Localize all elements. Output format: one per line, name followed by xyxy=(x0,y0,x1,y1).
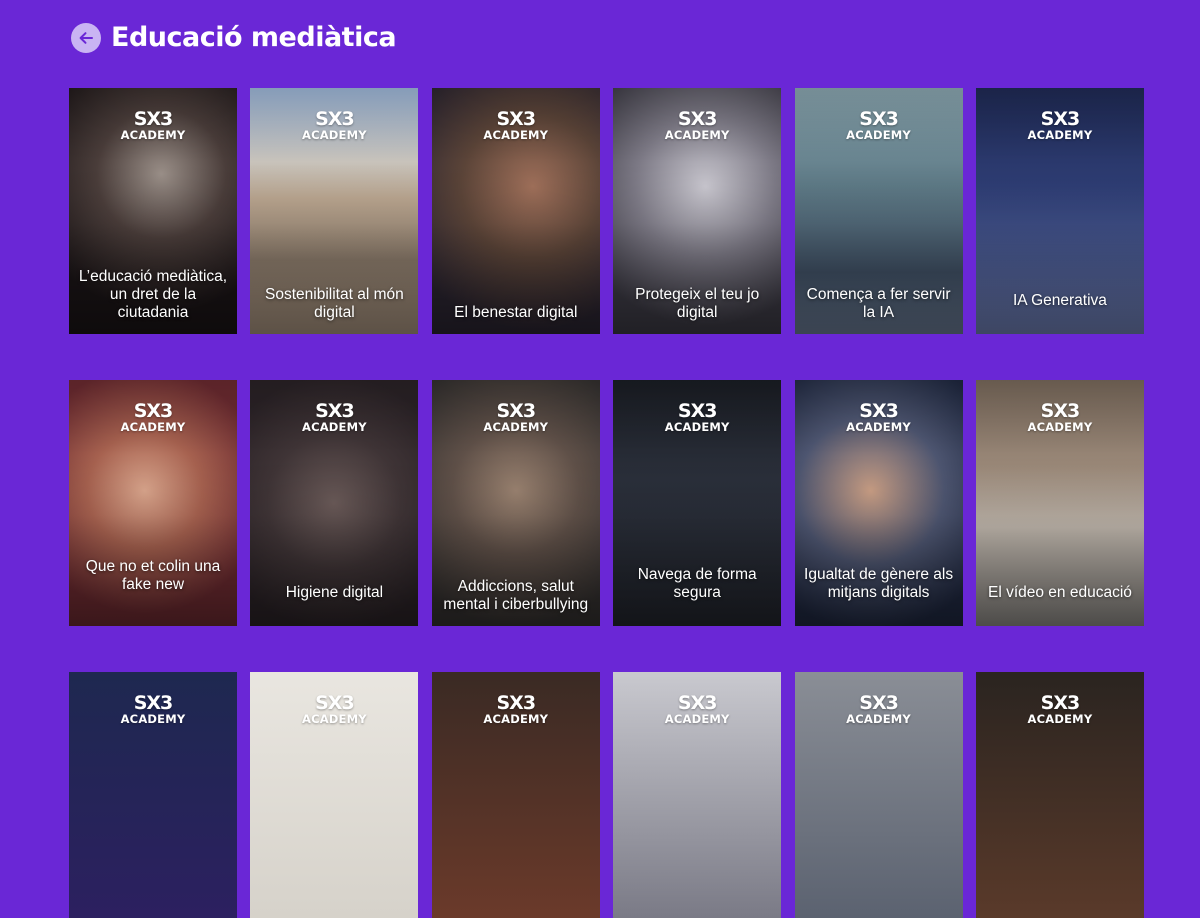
course-title: Higiene digital xyxy=(285,584,384,601)
course-title: L’educació mediàtica, un dret de la ciut… xyxy=(78,268,228,321)
course-card[interactable]: SX3 ACADEMY xyxy=(431,672,600,918)
course-card[interactable]: SX3 ACADEMY Navega de forma segura xyxy=(613,380,782,626)
course-card[interactable]: SX3 ACADEMY Protegeix el teu jo digital xyxy=(613,88,782,334)
course-title: IA Generativa xyxy=(1012,292,1107,309)
sx3-academy-logo: SX3 ACADEMY xyxy=(1027,400,1093,434)
course-title: Protegeix el teu jo digital xyxy=(635,286,760,321)
sx3-academy-logo: SX3 ACADEMY xyxy=(1027,692,1093,726)
course-card[interactable]: SX3 ACADEMY El benestar digital xyxy=(431,88,600,334)
course-card[interactable]: SX3 ACADEMY Comença a fer servir la IA xyxy=(794,88,963,334)
sx3-academy-logo: SX3 ACADEMY xyxy=(301,108,367,142)
course-card[interactable]: SX3 ACADEMY El vídeo en educació xyxy=(975,380,1144,626)
course-card[interactable]: SX3 ACADEMY xyxy=(975,672,1144,918)
course-card[interactable]: SX3 ACADEMY IA Generativa xyxy=(975,88,1144,334)
course-card[interactable]: SX3 ACADEMY xyxy=(250,672,419,918)
sx3-academy-logo: SX3 ACADEMY xyxy=(120,692,186,726)
sx3-academy-logo: SX3 ACADEMY xyxy=(846,108,911,142)
sx3-academy-logo: SX3 ACADEMY xyxy=(301,692,367,726)
sx3-academy-logo: SX3 ACADEMY xyxy=(483,400,549,434)
course-title: Sostenibilitat al món digital xyxy=(265,286,404,321)
course-card[interactable]: SX3 ACADEMY xyxy=(613,672,782,918)
sx3-academy-logo: SX3 ACADEMY xyxy=(846,400,911,434)
sx3-academy-logo: SX3 ACADEMY xyxy=(120,400,186,434)
sx3-academy-logo: SX3 ACADEMY xyxy=(120,108,186,142)
course-card[interactable]: SX3 ACADEMY xyxy=(794,672,963,918)
course-card[interactable]: SX3 ACADEMY Higiene digital xyxy=(250,380,419,626)
back-button[interactable] xyxy=(71,22,101,53)
course-title: Addiccions, salut mental i ciberbullying xyxy=(443,578,589,613)
sx3-academy-logo: SX3 ACADEMY xyxy=(301,400,367,434)
course-title: Que no et colin una fake new xyxy=(85,558,221,593)
course-grid: SX3 ACADEMY L’educació mediàtica, un dret… xyxy=(69,88,1144,918)
sx3-academy-logo: SX3 ACADEMY xyxy=(483,692,549,726)
course-title: Navega de forma segura xyxy=(637,566,757,601)
sx3-academy-logo: SX3 ACADEMY xyxy=(664,400,730,434)
sx3-academy-logo: SX3 ACADEMY xyxy=(846,692,911,726)
course-card[interactable]: SX3 ACADEMY Igualtat de gènere als mitjan… xyxy=(794,380,963,626)
sx3-academy-logo: SX3 ACADEMY xyxy=(664,692,730,726)
course-title: El vídeo en educació xyxy=(988,584,1132,601)
course-title: El benestar digital xyxy=(454,304,578,321)
course-card[interactable]: SX3 ACADEMY xyxy=(69,672,237,918)
course-card[interactable]: SX3 ACADEMY Addiccions, salut mental i ci… xyxy=(431,380,600,626)
course-card[interactable]: SX3 ACADEMY L’educació mediàtica, un dret… xyxy=(69,88,237,334)
page-title: Educació mediàtica xyxy=(111,22,397,53)
course-title: Igualtat de gènere als mitjans digitals xyxy=(804,566,954,601)
sx3-academy-logo: SX3 ACADEMY xyxy=(483,108,549,142)
page-header: Educació mediàtica xyxy=(71,22,397,53)
course-card[interactable]: SX3 ACADEMY Que no et colin una fake new xyxy=(69,380,237,626)
sx3-academy-logo: SX3 ACADEMY xyxy=(1027,108,1093,142)
course-card[interactable]: SX3 ACADEMY Sostenibilitat al món digital xyxy=(250,88,419,334)
arrow-left-icon xyxy=(79,31,93,44)
sx3-academy-logo: SX3 ACADEMY xyxy=(664,108,730,142)
course-title: Comença a fer servir la IA xyxy=(806,286,951,321)
